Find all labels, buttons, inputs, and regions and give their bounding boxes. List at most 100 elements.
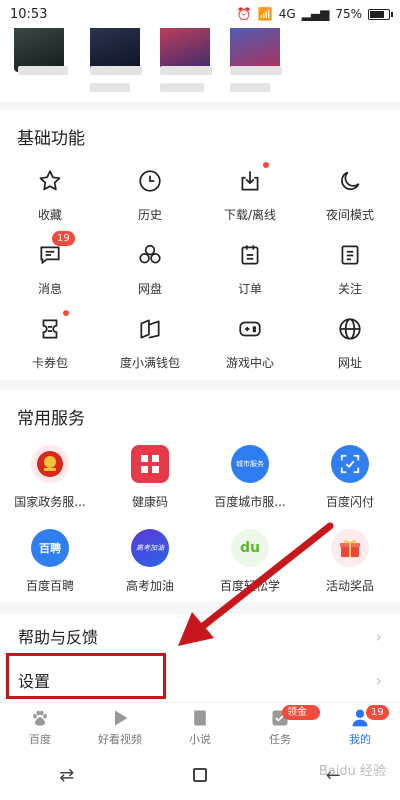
video-caption-blurred <box>230 83 270 92</box>
message-icon: 19 <box>35 231 75 270</box>
paw-icon <box>29 707 51 729</box>
status-bar: 10:53 ⏰ 📶 4G ▂▄▆ 75% <box>0 0 400 28</box>
me-count-badge: 19 <box>366 705 389 720</box>
grid-item-coupons[interactable]: 卡券包 <box>0 310 100 371</box>
service-easy-learn[interactable]: du 百度轻松学 <box>200 529 300 594</box>
star-icon <box>35 166 65 196</box>
wallet-icon <box>135 314 165 344</box>
basic-functions-card: 基础功能 收藏 历史 下载/离线 夜间模式 19 消息 网盘 订单 关注 卡券包… <box>0 110 400 380</box>
service-scan-pay[interactable]: 百度闪付 <box>300 445 400 510</box>
gift-icon <box>331 529 369 567</box>
recruit-icon-text: 百聘 <box>39 542 61 555</box>
grid-item-messages[interactable]: 19 消息 <box>0 231 100 297</box>
alarm-icon: ⏰ <box>236 7 252 21</box>
grid-item-download[interactable]: 下载/离线 <box>200 162 300 223</box>
health-code-icon <box>131 445 169 483</box>
grid-item-label: 消息 <box>37 282 62 296</box>
service-label: 百度百聘 <box>25 579 74 593</box>
service-label: 百度闪付 <box>325 495 374 509</box>
easy-learn-icon-text: du <box>240 540 260 556</box>
tab-tasks[interactable]: 任务 领金币 <box>240 703 320 750</box>
tab-label: 我的 <box>349 732 371 746</box>
scan-pay-icon <box>331 445 369 483</box>
coupon-icon <box>35 310 69 344</box>
grid-item-game-center[interactable]: 游戏中心 <box>200 314 300 371</box>
grid-item-label: 游戏中心 <box>225 356 274 370</box>
tab-haokan-video[interactable]: 好看视频 <box>80 703 160 750</box>
grid-item-label: 订单 <box>237 282 262 296</box>
grid-item-cloud-drive[interactable]: 网盘 <box>100 240 200 297</box>
grid-item-follow[interactable]: 关注 <box>300 240 400 297</box>
clock-icon <box>135 166 165 196</box>
grid-item-label: 下载/离线 <box>223 208 277 222</box>
network-type: 4G <box>278 7 296 21</box>
service-gov[interactable]: 国家政务服... <box>0 445 100 510</box>
wifi-icon: 📶 <box>257 7 273 21</box>
gamepad-icon <box>235 314 265 344</box>
basic-functions-title: 基础功能 <box>17 129 85 149</box>
grid-item-label: 夜间模式 <box>325 208 374 222</box>
video-caption-blurred <box>160 66 212 75</box>
tab-baidu[interactable]: 百度 <box>0 703 80 750</box>
help-feedback-row[interactable]: 帮助与反馈 › <box>0 614 400 658</box>
service-label: 百度城市服... <box>214 495 286 509</box>
tab-novels[interactable]: 小说 <box>160 703 240 750</box>
follow-icon <box>335 240 365 270</box>
service-city[interactable]: 城市服务 百度城市服... <box>200 445 300 510</box>
gaokao-icon-text: 高考加油 <box>136 544 164 552</box>
grid-item-label: 卡券包 <box>31 356 68 370</box>
grid-item-label: 网址 <box>337 356 362 370</box>
city-service-icon: 城市服务 <box>231 445 269 483</box>
moon-icon <box>335 166 365 196</box>
service-label: 国家政务服... <box>14 495 86 509</box>
service-label: 高考加油 <box>125 579 174 593</box>
annotation-highlight-box <box>6 653 166 699</box>
tab-label: 百度 <box>29 732 51 746</box>
gold-coin-badge: 领金币 <box>282 705 320 733</box>
service-label: 百度轻松学 <box>219 579 280 593</box>
easy-learn-icon: du <box>231 529 269 567</box>
switch-apps-icon[interactable]: ⇄ <box>59 765 74 786</box>
video-caption-blurred <box>90 83 130 92</box>
grid-item-label: 历史 <box>137 208 162 222</box>
tab-label: 小说 <box>189 732 211 746</box>
city-service-icon-text: 城市服务 <box>236 460 264 468</box>
recruit-icon: 百聘 <box>31 529 69 567</box>
book-icon <box>189 707 211 729</box>
recent-videos-strip[interactable] <box>0 28 400 102</box>
battery-percent: 75% <box>335 7 362 21</box>
help-feedback-label: 帮助与反馈 <box>18 628 99 647</box>
status-icons: ⏰ 📶 4G ▂▄▆ 75% <box>236 7 393 21</box>
service-label: 活动奖品 <box>325 579 374 593</box>
grid-item-favorites[interactable]: 收藏 <box>0 166 100 223</box>
video-caption-blurred <box>230 66 282 75</box>
grid-item-urls[interactable]: 网址 <box>300 314 400 371</box>
grid-item-label: 度小满钱包 <box>119 356 180 370</box>
tab-me[interactable]: 我的 19 <box>320 703 400 750</box>
tab-label: 好看视频 <box>98 732 142 746</box>
service-gaokao[interactable]: 高考加油 高考加油 <box>100 529 200 594</box>
grid-item-history[interactable]: 历史 <box>100 166 200 223</box>
service-recruit[interactable]: 百聘 百度百聘 <box>0 529 100 594</box>
message-count-badge: 19 <box>52 231 75 246</box>
grid-item-orders[interactable]: 订单 <box>200 240 300 297</box>
service-gift[interactable]: 活动奖品 <box>300 529 400 594</box>
grid-item-label: 关注 <box>337 282 362 296</box>
watermark: Baidu 经验 <box>318 764 386 779</box>
common-services-title: 常用服务 <box>17 409 85 429</box>
battery-icon <box>368 8 393 20</box>
service-health-code[interactable]: 健康码 <box>100 445 200 510</box>
signal-icon: ▂▄▆ <box>301 7 330 21</box>
chevron-right-icon: › <box>375 626 382 646</box>
service-label: 健康码 <box>131 495 168 509</box>
home-square-icon[interactable] <box>192 768 207 782</box>
grid-item-wallet[interactable]: 度小满钱包 <box>100 314 200 371</box>
grid-item-label: 收藏 <box>37 208 62 222</box>
notification-dot <box>263 162 269 168</box>
chevron-right-icon: › <box>375 670 382 690</box>
status-time: 10:53 <box>10 6 48 22</box>
download-icon <box>235 162 269 196</box>
video-caption-blurred <box>160 83 204 92</box>
grid-item-night-mode[interactable]: 夜间模式 <box>300 166 400 223</box>
cloud-drive-icon <box>135 240 165 270</box>
